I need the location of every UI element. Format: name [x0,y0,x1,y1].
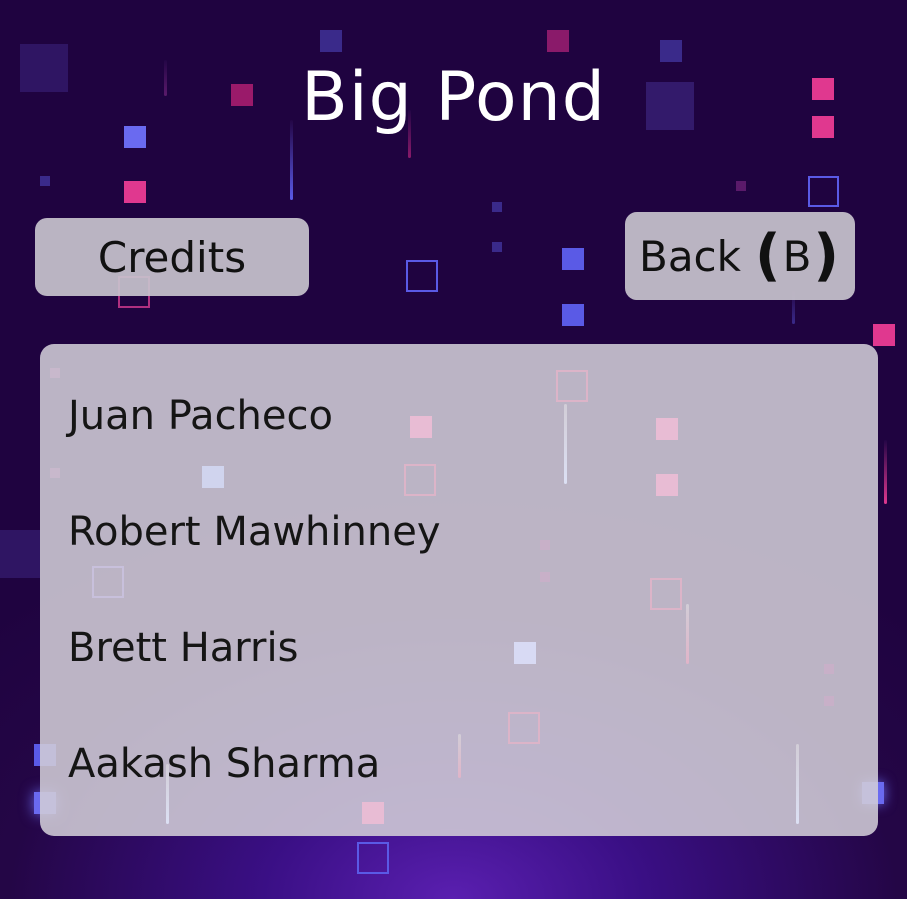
back-button[interactable]: Back ( B ) [625,212,855,300]
credits-button-label: Credits [97,232,247,282]
back-button-label: Back [639,231,741,281]
back-key-hint: B [782,231,812,281]
credit-name: Robert Mawhinney [68,509,441,555]
game-title: Big Pond [301,58,606,137]
close-paren-glyph: ) [813,223,839,288]
credits-panel: Juan Pacheco Robert Mawhinney Brett Harr… [40,344,878,836]
open-paren-glyph: ( [754,223,781,288]
credits-button[interactable]: Credits [35,218,309,296]
credit-name: Brett Harris [68,625,299,671]
credit-name: Juan Pacheco [68,393,333,439]
credits-name-list: Juan Pacheco Robert Mawhinney Brett Harr… [68,388,441,836]
credit-name: Aakash Sharma [68,741,381,787]
